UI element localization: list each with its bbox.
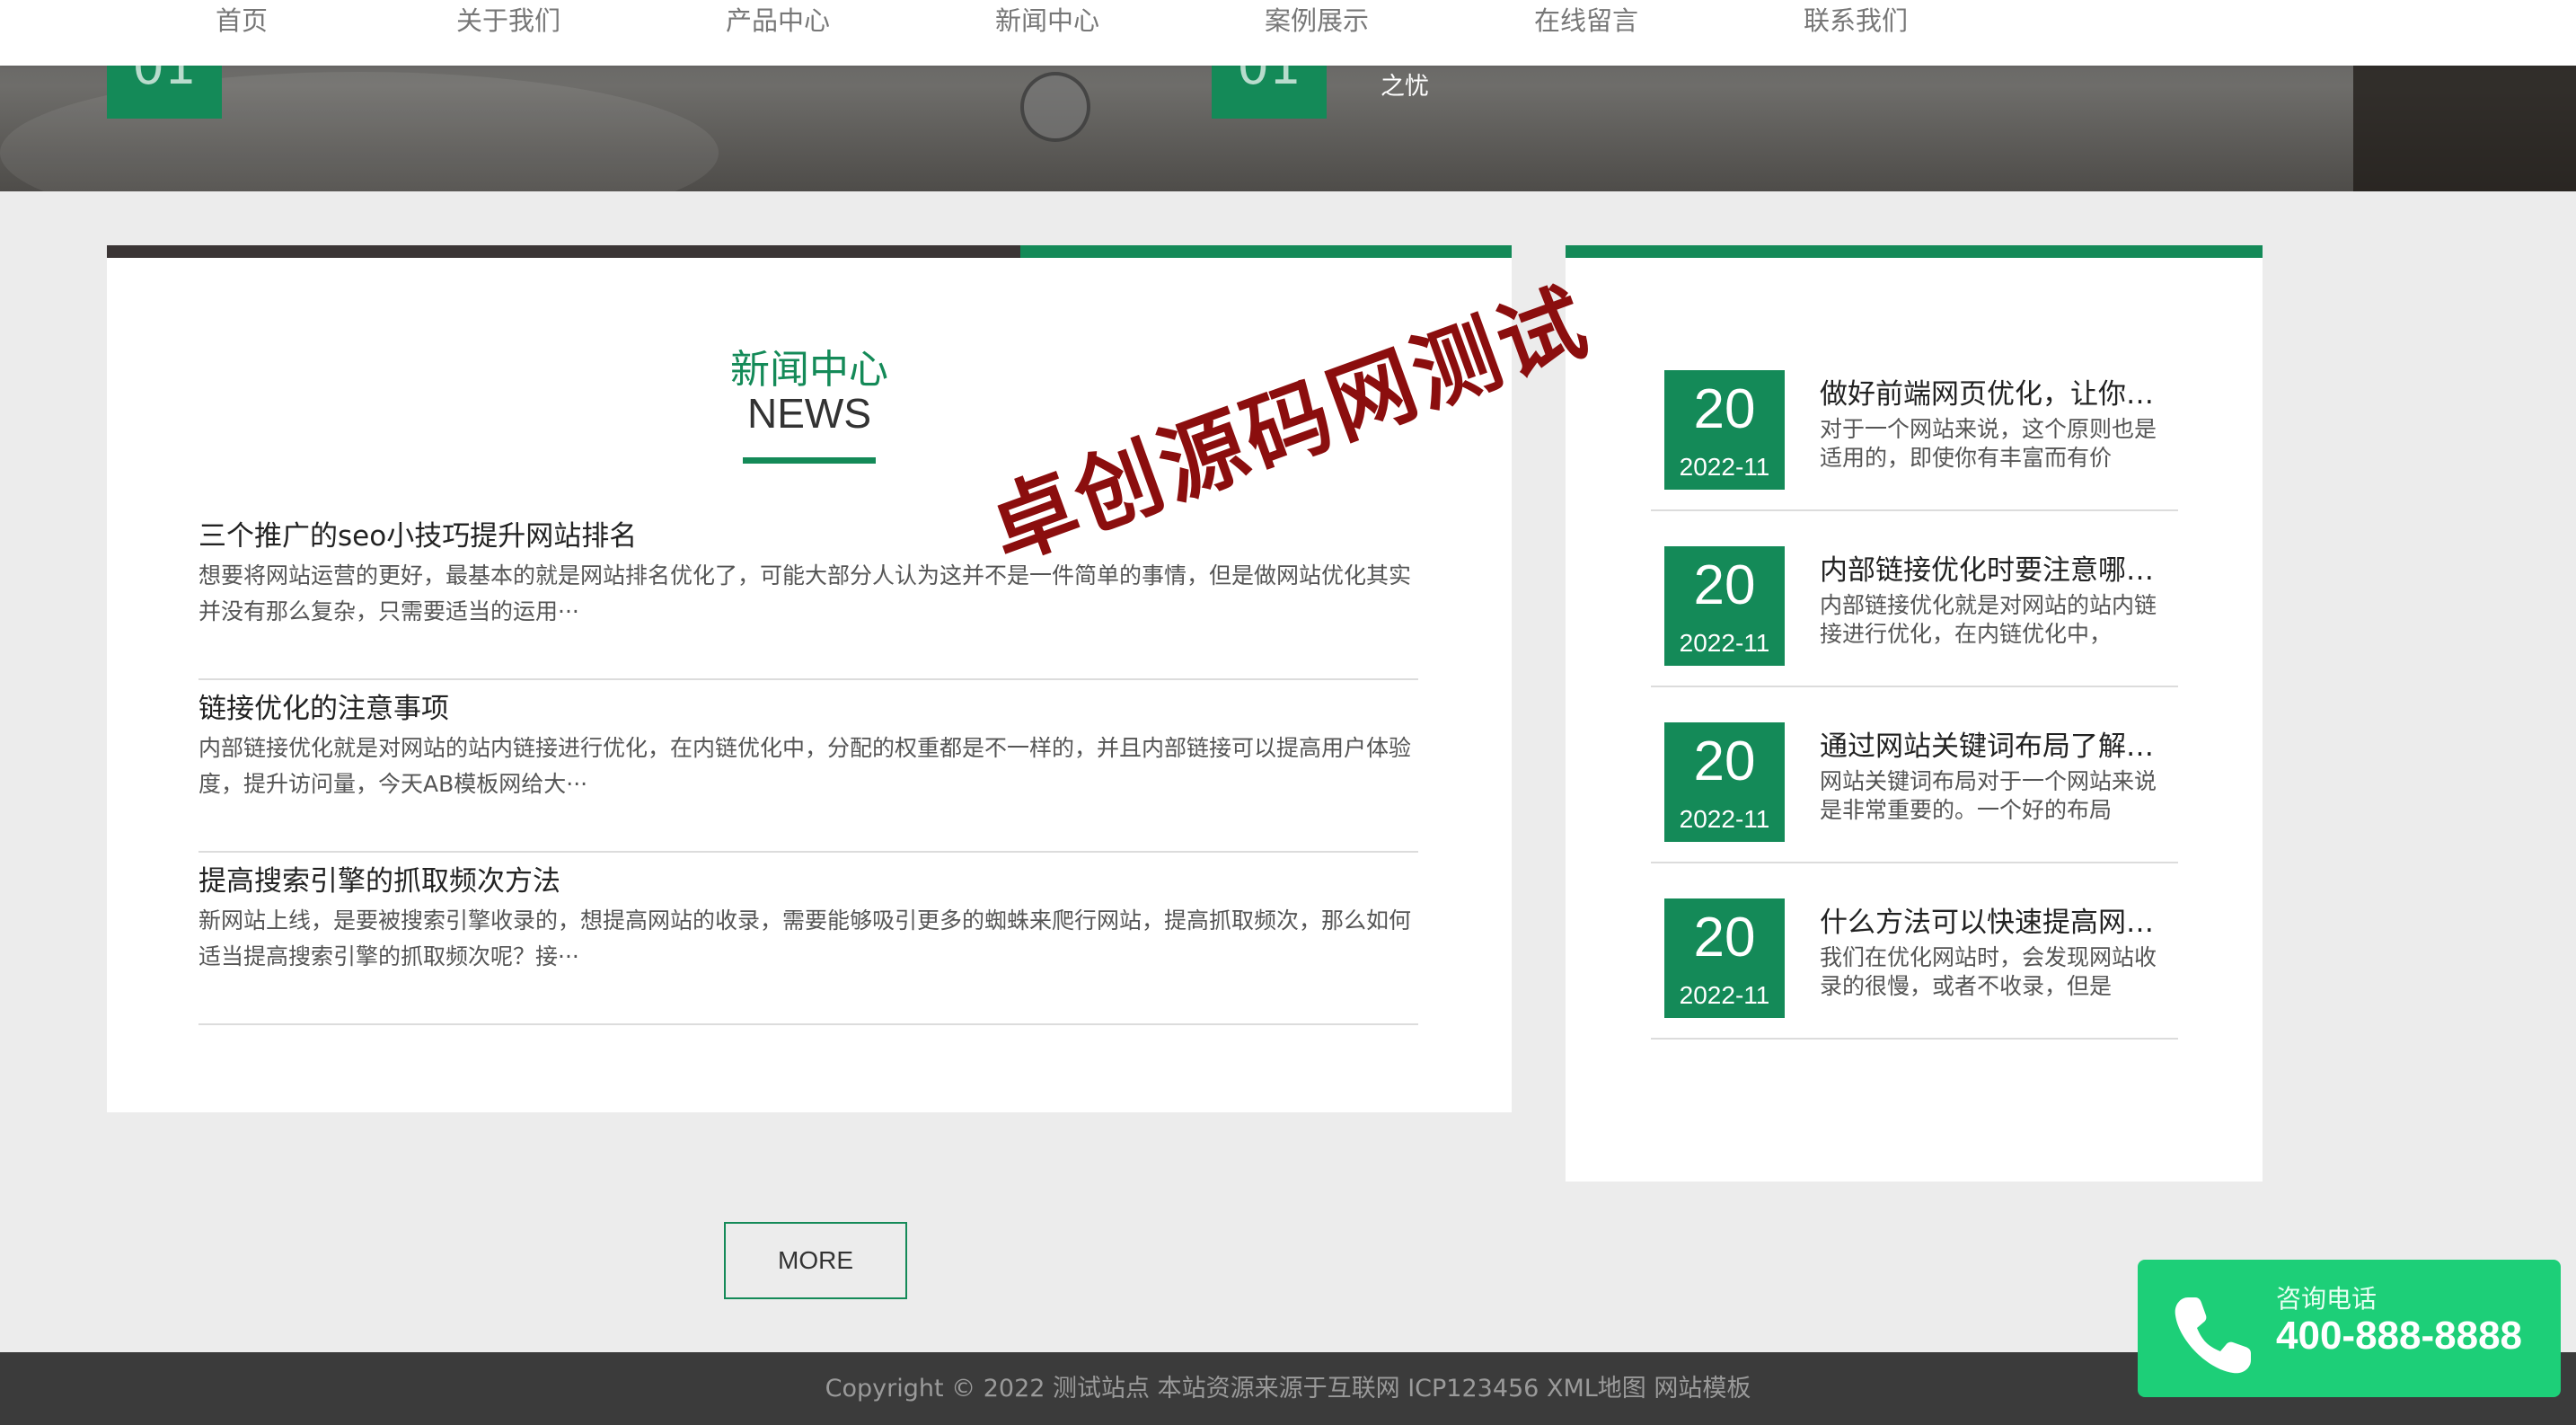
date-day: 20 xyxy=(1693,907,1756,969)
hero-dark-shape xyxy=(2353,63,2576,191)
nav-item-home[interactable]: 首页 xyxy=(216,0,268,41)
date-year-month: 2022-11 xyxy=(1679,453,1770,481)
side-news-item[interactable]: 20 2022-11 通过网站关键词布局了解… 网站关键词布局对于一个网站来说是… xyxy=(1651,722,2178,863)
hero-drain-shape xyxy=(1020,72,1090,142)
news-article[interactable]: 提高搜索引擎的抓取频次方法 新网站上线，是要被搜索引擎收录的，想提高网站的收录，… xyxy=(198,863,1418,1025)
date-day: 20 xyxy=(1693,554,1756,616)
contact-phone-widget[interactable]: 咨询电话 400-888-8888 xyxy=(2138,1260,2561,1397)
side-news-title[interactable]: 做好前端网页优化，让你… xyxy=(1820,376,2178,413)
side-news-item[interactable]: 20 2022-11 什么方法可以快速提高网… 我们在优化网站时，会发现网站收录… xyxy=(1651,898,2178,1040)
nav-item-about[interactable]: 关于我们 xyxy=(456,0,560,41)
nav-item-contact[interactable]: 联系我们 xyxy=(1804,0,1908,41)
side-news-title[interactable]: 内部链接优化时要注意哪… xyxy=(1820,552,2178,589)
side-news-desc: 网站关键词布局对于一个网站来说是非常重要的。一个好的布局 xyxy=(1820,768,2157,823)
date-badge: 20 2022-11 xyxy=(1664,898,1785,1018)
more-button[interactable]: MORE xyxy=(724,1222,907,1299)
news-section-underline xyxy=(743,457,876,464)
date-year-month: 2022-11 xyxy=(1679,805,1770,833)
top-nav: 首页 关于我们 产品中心 新闻中心 案例展示 在线留言 联系我们 xyxy=(0,0,2576,66)
news-article[interactable]: 三个推广的seo小技巧提升网站排名 想要将网站运营的更好，最基本的就是网站排名优… xyxy=(198,518,1418,680)
nav-item-products[interactable]: 产品中心 xyxy=(726,0,830,41)
news-article-desc: 新网站上线，是要被搜索引擎收录的，想提高网站的收录，需要能够吸引更多的蜘蛛来爬行… xyxy=(198,907,1412,969)
nav-item-message[interactable]: 在线留言 xyxy=(1534,0,1638,41)
date-badge: 20 2022-11 xyxy=(1664,546,1785,666)
news-card-top-bar xyxy=(107,245,1020,258)
side-news-item[interactable]: 20 2022-11 做好前端网页优化，让你… 对于一个网站来说，这个原则也是适… xyxy=(1651,370,2178,511)
nav-item-news[interactable]: 新闻中心 xyxy=(995,0,1099,41)
side-news-title[interactable]: 通过网站关键词布局了解… xyxy=(1820,728,2178,766)
side-news-card: 20 2022-11 做好前端网页优化，让你… 对于一个网站来说，这个原则也是适… xyxy=(1566,245,2263,1182)
side-news-desc: 内部链接优化就是对网站的站内链接进行优化，在内链优化中， xyxy=(1820,592,2157,647)
footer-copyright: Copyright © 2022 测试站点 本站资源来源于互联网 ICP1234… xyxy=(825,1375,1751,1403)
news-article-title[interactable]: 提高搜索引擎的抓取频次方法 xyxy=(198,863,1418,899)
hero-right-text: 之忧 xyxy=(1381,73,1429,101)
date-badge: 20 2022-11 xyxy=(1664,370,1785,490)
news-article-title[interactable]: 链接优化的注意事项 xyxy=(198,691,1418,727)
news-article-title[interactable]: 三个推广的seo小技巧提升网站排名 xyxy=(198,518,1418,554)
contact-phone-number[interactable]: 400-888-8888 xyxy=(2276,1314,2522,1359)
side-news-desc: 我们在优化网站时，会发现网站收录的很慢，或者不收录，但是 xyxy=(1820,944,2157,999)
news-article-desc: 想要将网站运营的更好，最基本的就是网站排名优化了，可能大部分人认为这并不是一件简… xyxy=(198,562,1412,624)
side-news-item[interactable]: 20 2022-11 内部链接优化时要注意哪… 内部链接优化就是对网站的站内链接… xyxy=(1651,546,2178,687)
side-news-title[interactable]: 什么方法可以快速提高网… xyxy=(1820,904,2178,942)
date-day: 20 xyxy=(1693,730,1756,792)
news-article-desc: 内部链接优化就是对网站的站内链接进行优化，在内链优化中，分配的权重都是不一样的，… xyxy=(198,735,1412,797)
side-news-desc: 对于一个网站来说，这个原则也是适用的，即使你有丰富而有价 xyxy=(1820,416,2157,471)
date-year-month: 2022-11 xyxy=(1679,629,1770,657)
date-day: 20 xyxy=(1693,378,1756,440)
date-year-month: 2022-11 xyxy=(1679,981,1770,1009)
nav-item-cases[interactable]: 案例展示 xyxy=(1265,0,1369,41)
news-article[interactable]: 链接优化的注意事项 内部链接优化就是对网站的站内链接进行优化，在内链优化中，分配… xyxy=(198,691,1418,853)
phone-icon xyxy=(2175,1297,2251,1374)
contact-phone-label: 咨询电话 xyxy=(2276,1284,2378,1314)
date-badge: 20 2022-11 xyxy=(1664,722,1785,842)
